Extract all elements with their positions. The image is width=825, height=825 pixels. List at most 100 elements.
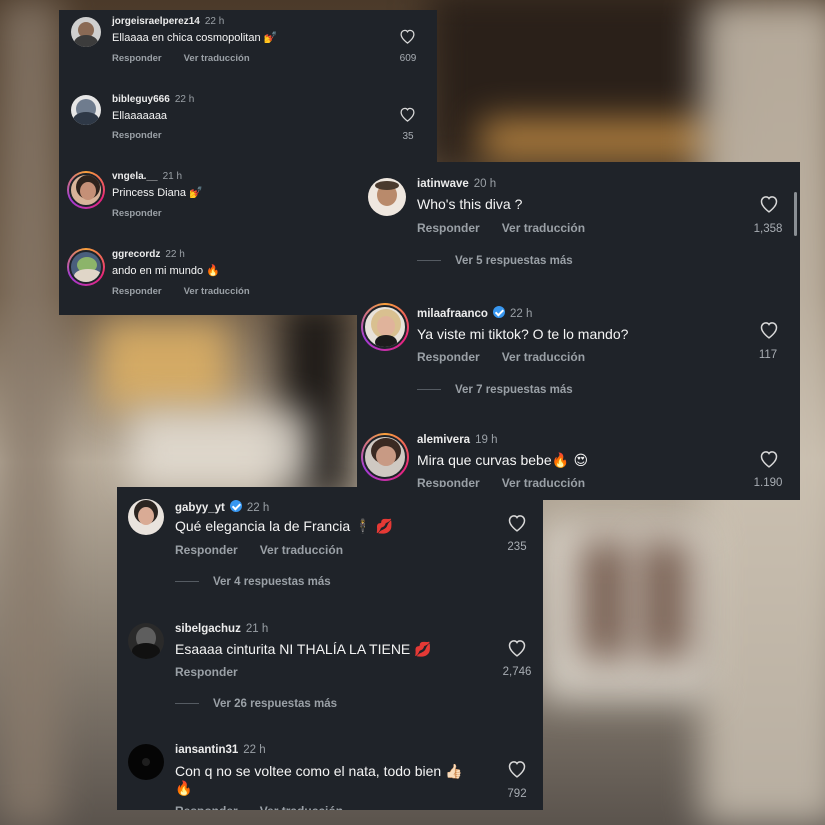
levitating-lips-emoji: 🕴 💋	[354, 519, 394, 535]
like-count: 35	[402, 131, 414, 142]
reply-button[interactable]: Responder	[175, 804, 238, 810]
comment-item: milaafraanco 22 h Ya viste mi tiktok? O t…	[357, 292, 800, 422]
avatar-story-ring[interactable]	[67, 171, 105, 209]
translate-button[interactable]: Ver traducción	[260, 804, 343, 810]
comment-username[interactable]: alemivera 19 h	[417, 434, 497, 446]
comment-item: bibleguy666 22 h Ellaaaaaaa Responder 35	[59, 88, 437, 166]
heart-icon[interactable]	[507, 513, 527, 532]
lips-emoji: 💋	[414, 642, 432, 658]
like-count: 792	[507, 788, 527, 800]
avatar[interactable]	[368, 178, 406, 216]
comment-item: sibelgachuz 21 h Esaaaa cinturita NI THAL…	[117, 609, 543, 731]
comment-timestamp: 22 h	[509, 308, 533, 320]
comment-timestamp: 22 h	[243, 744, 266, 756]
avatar-story-ring[interactable]	[67, 248, 105, 286]
avatar-story-ring[interactable]	[361, 303, 409, 351]
comment-username[interactable]: gabyy_yt 22 h	[175, 500, 269, 514]
verified-badge-icon	[492, 306, 505, 318]
comment-actions: Responder	[112, 130, 184, 141]
comments-panel-3: gabyy_yt 22 h Qué elegancia la de Francia…	[117, 487, 543, 810]
reply-button[interactable]: Responder	[112, 130, 162, 141]
comment-timestamp: 22 h	[174, 94, 195, 105]
heart-icon[interactable]	[399, 106, 416, 122]
reply-button[interactable]: Responder	[175, 543, 238, 557]
heart-icon[interactable]	[399, 28, 416, 44]
comment-text: Princess Diana 💅	[112, 186, 203, 199]
translate-button[interactable]: Ver traducción	[184, 53, 250, 64]
comment-text: Con q no se voltee como el nata, todo bi…	[175, 763, 463, 780]
comment-username[interactable]: ggrecordz 22 h	[112, 249, 185, 260]
like-count: 609	[399, 53, 417, 64]
comment-text: Who's this diva ?	[417, 196, 523, 212]
heart-icon[interactable]	[507, 638, 527, 657]
like-count: 235	[507, 541, 527, 553]
comment-timestamp: 19 h	[475, 434, 498, 446]
like-count: 117	[758, 349, 778, 361]
avatar[interactable]	[128, 744, 164, 780]
heart-icon[interactable]	[507, 759, 527, 778]
avatar-story-ring[interactable]	[361, 433, 409, 481]
reply-button[interactable]: Responder	[112, 208, 162, 219]
comment-text: Mira que curvas bebe🔥 😍	[417, 452, 589, 469]
translate-button[interactable]: Ver traducción	[260, 543, 343, 557]
comment-text: Esaaaa cinturita NI THALÍA LA TIENE 💋	[175, 641, 432, 658]
avatar[interactable]	[71, 17, 101, 47]
comment-item: gabyy_yt 22 h Qué elegancia la de Francia…	[117, 487, 543, 609]
comment-actions: Responder	[175, 665, 260, 679]
view-more-replies[interactable]: Ver 4 respuestas más	[175, 576, 331, 588]
comment-actions: Responder Ver traducción	[417, 350, 607, 364]
view-more-replies[interactable]: Ver 5 respuestas más	[417, 255, 573, 267]
comment-timestamp: 21 h	[245, 623, 269, 635]
view-more-replies[interactable]: Ver 26 respuestas más	[175, 698, 337, 710]
comment-text: Ellaaaaaaa	[112, 110, 168, 122]
like-count: 2,746	[502, 666, 532, 678]
comment-item: iansantin31 22 h Con q no se voltee como …	[117, 731, 543, 810]
comment-timestamp: 22 h	[246, 502, 270, 514]
heart-icon[interactable]	[759, 320, 779, 339]
like-count: 1.190	[753, 477, 783, 489]
reply-button[interactable]: Responder	[112, 53, 162, 64]
comment-timestamp: 20 h	[473, 178, 497, 190]
thumbs-up-emoji: 👍🏻	[445, 764, 463, 780]
reply-button[interactable]: Responder	[112, 286, 162, 297]
comment-actions: Responder Ver traducción	[112, 53, 272, 64]
comment-item: jorgeisraelperez14 22 h Ellaaaa en chica …	[59, 10, 437, 88]
heart-icon[interactable]	[759, 449, 779, 468]
view-more-replies[interactable]: Ver 7 respuestas más	[417, 384, 573, 396]
translate-button[interactable]: Ver traducción	[502, 221, 585, 235]
reply-button[interactable]: Responder	[175, 665, 238, 679]
nail-polish-emoji: 💅	[189, 186, 203, 199]
comment-username[interactable]: iansantin31 22 h	[175, 744, 266, 756]
reply-button[interactable]: Responder	[417, 350, 480, 364]
translate-button[interactable]: Ver traducción	[184, 286, 250, 297]
avatar[interactable]	[128, 499, 164, 535]
like-count: 1,358	[753, 223, 783, 235]
comment-actions: Responder Ver traducción	[417, 221, 607, 235]
comment-actions: Responder Ver traducción	[175, 804, 365, 810]
heart-icon[interactable]	[759, 194, 779, 213]
comment-username[interactable]: jorgeisraelperez14 22 h	[112, 16, 224, 27]
verified-badge-icon	[229, 500, 242, 512]
avatar[interactable]	[128, 623, 164, 659]
comments-panel-2: iatinwave 20 h Who's this diva ? Responde…	[357, 162, 800, 500]
comment-text: ando en mi mundo 🔥	[112, 264, 220, 277]
comment-item: iatinwave 20 h Who's this diva ? Responde…	[357, 162, 800, 292]
comment-timestamp: 21 h	[162, 171, 183, 182]
avatar[interactable]	[71, 95, 101, 125]
comment-text: Ellaaaa en chica cosmopolitan 💅	[112, 31, 278, 44]
fire-emoji: 🔥	[206, 264, 220, 277]
comment-username[interactable]: bibleguy666 22 h	[112, 94, 194, 105]
nail-polish-emoji: 💅	[263, 31, 278, 44]
comment-actions: Responder	[112, 208, 184, 219]
reply-button[interactable]: Responder	[417, 221, 480, 235]
comment-username[interactable]: vngela.__ 21 h	[112, 171, 182, 182]
comment-username[interactable]: sibelgachuz 21 h	[175, 623, 268, 635]
comment-timestamp: 22 h	[165, 249, 185, 260]
comment-actions: Responder Ver traducción	[175, 543, 365, 557]
translate-button[interactable]: Ver traducción	[502, 350, 585, 364]
comment-username[interactable]: iatinwave 20 h	[417, 178, 496, 190]
comment-text: Qué elegancia la de Francia 🕴 💋	[175, 518, 394, 535]
fire-emoji: 🔥	[175, 781, 193, 797]
comment-username[interactable]: milaafraanco 22 h	[417, 306, 532, 320]
comment-actions: Responder Ver traducción	[112, 286, 272, 297]
